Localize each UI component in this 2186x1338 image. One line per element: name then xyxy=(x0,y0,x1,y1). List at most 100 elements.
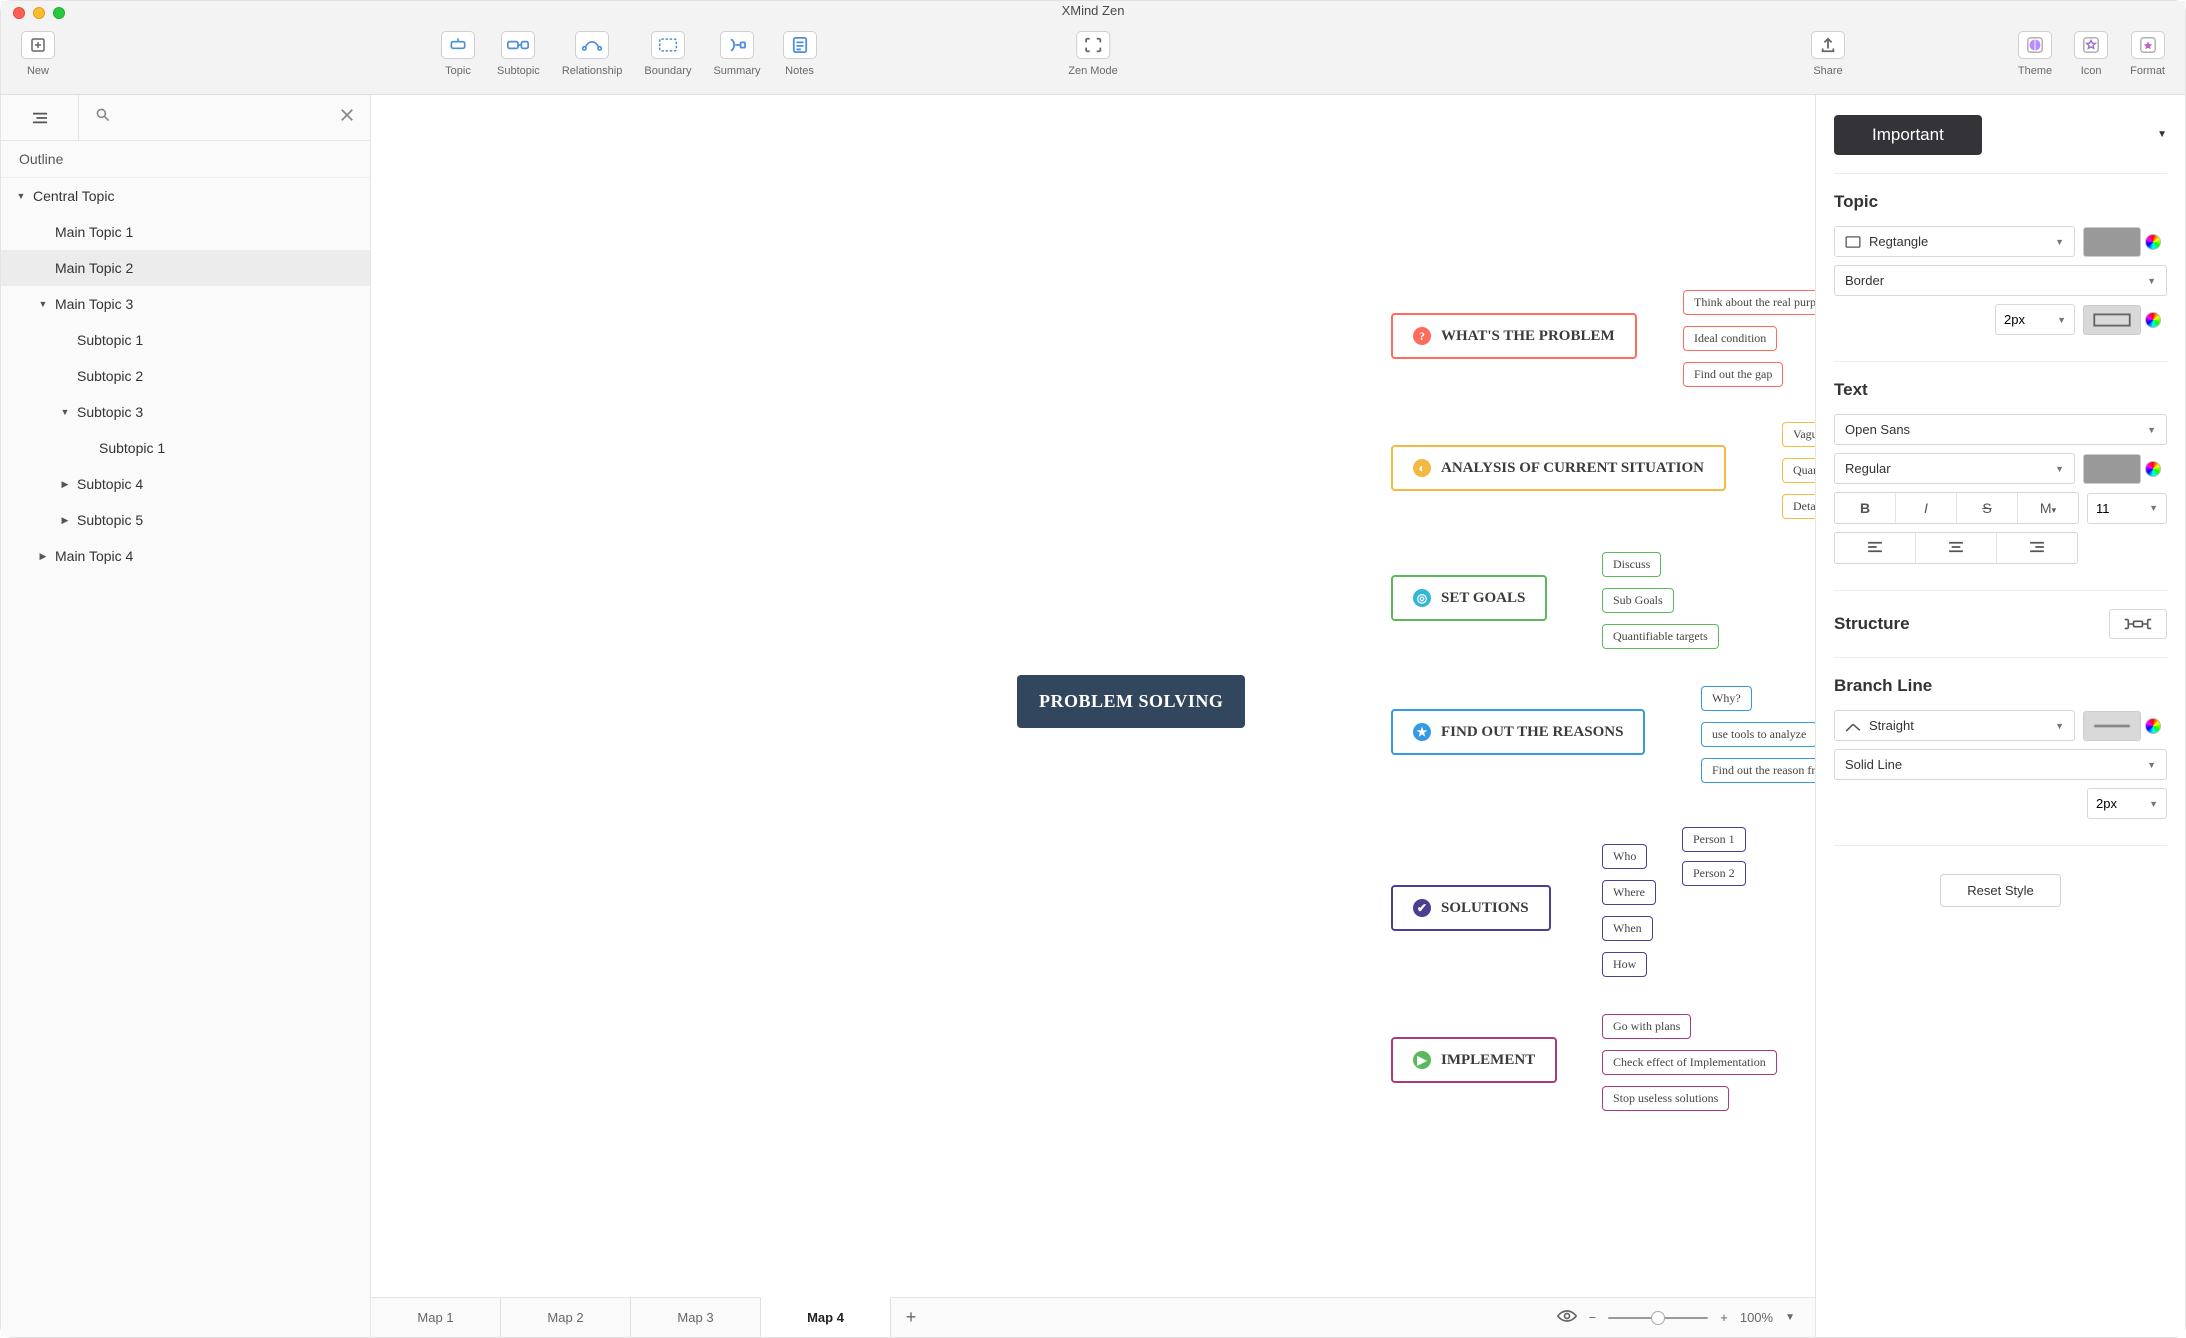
zoom-in-button[interactable]: + xyxy=(1720,1310,1728,1325)
chevron-down-icon[interactable]: ▼ xyxy=(15,191,27,201)
outline-item[interactable]: ▼Subtopic 3 xyxy=(1,394,370,430)
boundary-icon xyxy=(651,31,685,59)
align-left-button[interactable] xyxy=(1835,533,1916,563)
color-wheel-icon[interactable] xyxy=(2145,312,2161,328)
branch-style-select[interactable]: Solid Line▼ xyxy=(1834,749,2167,780)
leaf-node[interactable]: Think about the real purpose xyxy=(1683,290,1815,315)
leaf-node[interactable]: Why? xyxy=(1701,686,1752,711)
mindmap-canvas[interactable]: PROBLEM SOLVING ?WHAT'S THE PROBLEM Think… xyxy=(371,95,1815,1297)
chevron-right-icon[interactable]: ▶ xyxy=(59,479,71,490)
zoom-slider[interactable] xyxy=(1608,1317,1708,1319)
leaf-node[interactable]: Find out the gap xyxy=(1683,362,1783,387)
outline-toggle-icon[interactable] xyxy=(1,95,79,140)
style-dropdown-icon[interactable]: ▼ xyxy=(2157,129,2167,140)
theme-button[interactable]: Theme xyxy=(2018,31,2052,77)
chevron-right-icon[interactable]: ▶ xyxy=(37,551,49,562)
share-button[interactable]: Share xyxy=(1811,31,1845,77)
topic-node[interactable]: ✔SOLUTIONS xyxy=(1391,885,1551,931)
chevron-down-icon[interactable]: ▼ xyxy=(1785,1312,1795,1323)
chevron-down-icon[interactable]: ▼ xyxy=(59,407,71,417)
preview-icon[interactable] xyxy=(1557,1309,1577,1326)
structure-select[interactable] xyxy=(2109,609,2167,639)
leaf-node[interactable]: Who xyxy=(1602,844,1647,869)
icon-button[interactable]: Icon xyxy=(2074,31,2108,77)
color-wheel-icon[interactable] xyxy=(2145,718,2161,734)
leaf-node[interactable]: Details xyxy=(1782,494,1815,519)
leaf-node[interactable]: Check effect of Implementation xyxy=(1602,1050,1777,1075)
leaf-node[interactable]: Quantifiable targets xyxy=(1602,624,1719,649)
outline-item[interactable]: Main Topic 2 xyxy=(1,250,370,286)
bold-button[interactable]: B xyxy=(1835,493,1896,523)
color-wheel-icon[interactable] xyxy=(2145,234,2161,250)
topic-node[interactable]: ?WHAT'S THE PROBLEM xyxy=(1391,313,1637,359)
leaf-node[interactable]: Find out the reason from the phenomenon xyxy=(1701,758,1815,783)
border-width-select[interactable]: 2px▼ xyxy=(1995,304,2075,335)
map-tab[interactable]: Map 3 xyxy=(631,1298,761,1337)
topic-node[interactable]: ◎SET GOALS xyxy=(1391,575,1547,621)
shape-select[interactable]: Regtangle ▼ xyxy=(1834,226,2075,257)
outline-item[interactable]: ▶Subtopic 4 xyxy=(1,466,370,502)
leaf-node[interactable]: Go with plans xyxy=(1602,1014,1691,1039)
new-button[interactable]: New xyxy=(21,31,55,77)
relationship-button[interactable]: Relationship xyxy=(562,31,623,77)
map-tab[interactable]: Map 2 xyxy=(501,1298,631,1337)
topic-node[interactable]: ▶IMPLEMENT xyxy=(1391,1037,1557,1083)
leaf-node[interactable]: use tools to analyze xyxy=(1701,722,1815,747)
font-size-select[interactable]: 11▼ xyxy=(2087,493,2167,524)
notes-button[interactable]: Notes xyxy=(783,31,817,77)
font-weight-select[interactable]: Regular▼ xyxy=(1834,453,2075,484)
format-button[interactable]: Format xyxy=(2130,31,2165,77)
align-right-button[interactable] xyxy=(1997,533,2077,563)
italic-button[interactable]: I xyxy=(1896,493,1957,523)
leaf-node[interactable]: Vague concept xyxy=(1782,422,1815,447)
branch-shape-select[interactable]: Straight ▼ xyxy=(1834,710,2075,741)
font-family-select[interactable]: Open Sans▼ xyxy=(1834,414,2167,445)
leaf-node[interactable]: Quantification xyxy=(1782,458,1815,483)
close-icon[interactable] xyxy=(340,108,354,127)
summary-button[interactable]: Summary xyxy=(713,31,760,77)
chevron-down-icon[interactable]: ▼ xyxy=(37,299,49,309)
text-color-swatch[interactable] xyxy=(2083,454,2141,484)
search-icon[interactable] xyxy=(95,107,111,128)
color-wheel-icon[interactable] xyxy=(2145,461,2161,477)
leaf-node[interactable]: Person 2 xyxy=(1682,861,1746,886)
topic-node[interactable]: ★FIND OUT THE REASONS xyxy=(1391,709,1645,755)
zen-mode-button[interactable]: Zen Mode xyxy=(1068,31,1118,77)
leaf-node[interactable]: Person 1 xyxy=(1682,827,1746,852)
outline-item[interactable]: ▶Subtopic 5 xyxy=(1,502,370,538)
outline-item[interactable]: Subtopic 1 xyxy=(1,430,370,466)
outline-item[interactable]: Subtopic 1 xyxy=(1,322,370,358)
outline-item[interactable]: Subtopic 2 xyxy=(1,358,370,394)
leaf-node[interactable]: Stop useless solutions xyxy=(1602,1086,1729,1111)
strike-button[interactable]: S xyxy=(1957,493,2018,523)
leaf-node[interactable]: Ideal condition xyxy=(1683,326,1777,351)
border-color-swatch[interactable] xyxy=(2083,305,2141,335)
add-tab-button[interactable]: + xyxy=(891,1298,931,1337)
border-select[interactable]: Border ▼ xyxy=(1834,265,2167,296)
outline-item[interactable]: Main Topic 1 xyxy=(1,214,370,250)
zoom-out-button[interactable]: − xyxy=(1589,1310,1597,1325)
leaf-node[interactable]: Sub Goals xyxy=(1602,588,1674,613)
leaf-node[interactable]: When xyxy=(1602,916,1653,941)
branch-color-swatch[interactable] xyxy=(2083,711,2141,741)
leaf-node[interactable]: Discuss xyxy=(1602,552,1661,577)
boundary-button[interactable]: Boundary xyxy=(644,31,691,77)
fill-color-swatch[interactable] xyxy=(2083,227,2141,257)
case-button[interactable]: M▾ xyxy=(2018,493,2078,523)
leaf-node[interactable]: Where xyxy=(1602,880,1656,905)
outline-item[interactable]: ▼Central Topic xyxy=(1,178,370,214)
map-tab[interactable]: Map 4 xyxy=(761,1297,891,1337)
align-center-button[interactable] xyxy=(1916,533,1997,563)
topic-node[interactable]: ◐ANALYSIS OF CURRENT SITUATION xyxy=(1391,445,1726,491)
style-name-chip[interactable]: Important xyxy=(1834,115,1982,155)
topic-button[interactable]: Topic xyxy=(441,31,475,77)
outline-item[interactable]: ▶Main Topic 4 xyxy=(1,538,370,574)
subtopic-button[interactable]: Subtopic xyxy=(497,31,540,77)
outline-item[interactable]: ▼Main Topic 3 xyxy=(1,286,370,322)
leaf-node[interactable]: How xyxy=(1602,952,1647,977)
branch-width-select[interactable]: 2px▼ xyxy=(2087,788,2167,819)
reset-style-button[interactable]: Reset Style xyxy=(1940,874,2060,907)
central-topic[interactable]: PROBLEM SOLVING xyxy=(1017,675,1245,728)
chevron-right-icon[interactable]: ▶ xyxy=(59,515,71,526)
map-tab[interactable]: Map 1 xyxy=(371,1298,501,1337)
